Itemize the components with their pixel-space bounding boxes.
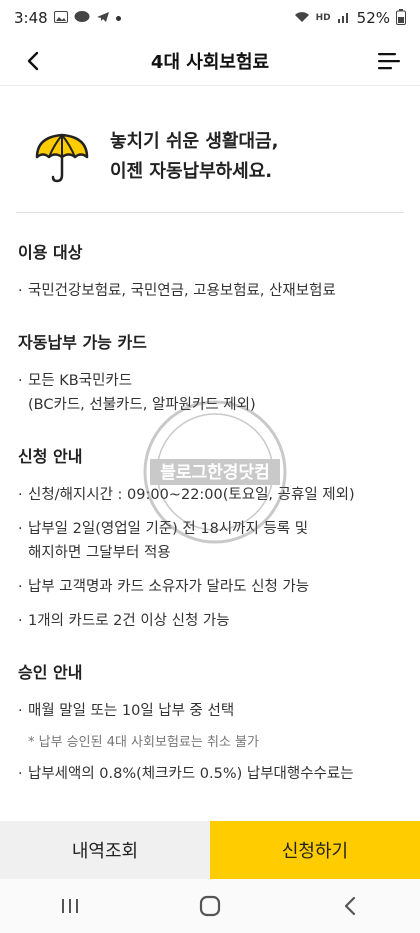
approval-note: * 납부 승인된 4대 사회보험료는 취소 불가 (28, 735, 259, 750)
gallery-icon (53, 10, 68, 26)
recent-apps-button[interactable] (40, 886, 100, 926)
talk-icon (74, 10, 90, 26)
section-title: 자동납부 가능 카드 (18, 333, 147, 352)
menu-button[interactable] (374, 46, 404, 76)
status-bar: 3:48 HD 52% (0, 0, 420, 36)
home-button[interactable] (180, 886, 240, 926)
section-title: 신청 안내 (18, 447, 83, 466)
hd-voice-label: HD (315, 13, 331, 23)
promo-banner: 놓치기 쉬운 생활대금, 이젠 자동납부하세요. (16, 103, 404, 213)
battery-icon (396, 8, 406, 28)
chevron-left-icon (27, 51, 39, 71)
hamburger-menu-icon (378, 53, 400, 70)
list-item: · 국민건강보험료, 국민연금, 고용보험료, 산재보험료 (18, 283, 336, 299)
section-title: 이용 대상 (18, 243, 83, 262)
apply-button[interactable]: 신청하기 (210, 821, 420, 879)
section-application: 신청 안내 · 신청/해지시간 : 09:00~22:00(토요일, 공휴일 제외… (0, 443, 420, 633)
section-title: 승인 안내 (18, 663, 83, 682)
banner-line-2: 이젠 자동납부하세요. (110, 161, 273, 182)
telegram-icon (96, 11, 110, 26)
page-title: 4대 사회보험료 (150, 51, 270, 73)
list-item: · 매월 말일 또는 10일 납부 중 선택 (18, 703, 235, 719)
bottom-action-bar: 내역조회 신청하기 (0, 821, 420, 879)
list-item: · 납부 고객명과 카드 소유자가 달라도 신청 가능 (18, 579, 310, 595)
signal-icon (337, 11, 351, 26)
battery-percent: 52% (356, 9, 390, 27)
list-item: · 납부세액의 0.8%(체크카드 0.5%) 납부대행수수료는 (18, 766, 354, 782)
list-item: · 1개의 카드로 2건 이상 신청 가능 (18, 613, 230, 629)
back-arrow-icon (344, 896, 356, 916)
status-time: 3:48 (14, 9, 48, 27)
history-button[interactable]: 내역조회 (0, 821, 210, 879)
content-area[interactable]: 놓치기 쉬운 생활대금, 이젠 자동납부하세요. 이용 대상 · 국민건강보험료,… (0, 87, 420, 821)
banner-line-1: 놓치기 쉬운 생활대금, (110, 131, 279, 152)
recent-apps-icon (62, 899, 78, 913)
section-cards: 자동납부 가능 카드 · 모든 KB국민카드 (BC카드, 선불카드, 알파원카드… (0, 329, 420, 417)
list-item: · 신청/해지시간 : 09:00~22:00(토요일, 공휴일 제외) (18, 487, 355, 503)
wifi-icon (294, 11, 310, 26)
system-back-button[interactable] (320, 886, 380, 926)
home-icon (199, 895, 221, 917)
section-approval: 승인 안내 · 매월 말일 또는 10일 납부 중 선택 * 납부 승인된 4대 … (0, 659, 420, 786)
section-target: 이용 대상 · 국민건강보험료, 국민연금, 고용보험료, 산재보험료 (0, 239, 420, 303)
back-button[interactable] (18, 46, 48, 76)
list-item: · 모든 KB국민카드 (BC카드, 선불카드, 알파원카드 제외) (18, 373, 256, 413)
app-header: 4대 사회보험료 (0, 36, 420, 86)
list-item: · 납부일 2일(영업일 기준) 전 18시까지 등록 및 해지하면 그달부터 적… (18, 521, 309, 561)
notification-dot-icon (115, 15, 121, 21)
system-nav-bar (0, 879, 420, 933)
umbrella-icon (32, 127, 92, 187)
